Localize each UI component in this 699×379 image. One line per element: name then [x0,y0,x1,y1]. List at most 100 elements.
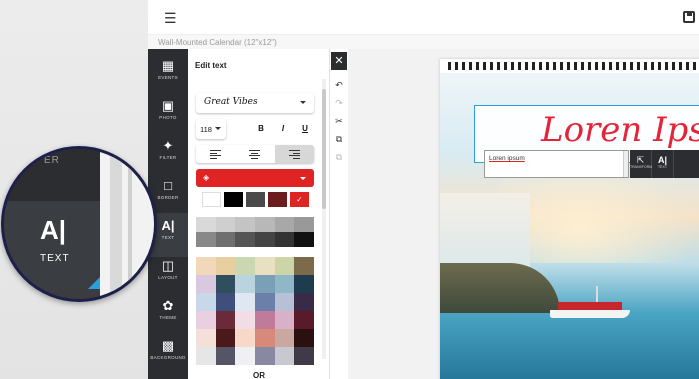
close-panel-button[interactable]: ✕ [331,52,347,70]
palette-swatch[interactable] [196,311,216,329]
palette-swatch[interactable] [274,275,295,293]
font-size-select[interactable]: 118 [196,119,226,139]
undo-icon[interactable]: ↶ [331,76,347,94]
hamburger-menu-icon[interactable]: ☰ [164,11,177,25]
palette-swatch[interactable] [294,275,314,293]
gray-swatch[interactable] [255,217,275,232]
palette-swatch[interactable] [274,329,295,347]
underline-button[interactable]: U [296,119,314,139]
text-color-picker[interactable]: ◈ [196,169,314,187]
tool-theme[interactable]: ✿ THEME [148,293,188,337]
palette-swatch[interactable] [294,293,314,311]
inline-text-editor[interactable]: Loren ipsum [484,150,629,178]
palette-swatch[interactable] [255,311,275,329]
palette-swatch[interactable] [235,347,255,365]
lens-panel-edge [110,149,122,299]
redo-icon[interactable]: ↷ [331,94,347,112]
align-left-button[interactable] [196,145,235,163]
gray-swatch[interactable] [215,217,236,232]
tool-background[interactable]: ▩ BACKGROUND [148,333,188,377]
palette-swatch[interactable] [294,329,314,347]
palette-swatch[interactable] [274,311,295,329]
palette-swatch[interactable] [215,293,236,311]
palette-swatch[interactable] [196,329,216,347]
palette-swatch[interactable] [255,347,275,365]
gray-swatch[interactable] [215,232,236,247]
gray-swatch[interactable] [274,217,295,232]
palette-swatch[interactable] [255,329,275,347]
gray-swatch[interactable] [235,217,255,232]
magic-wand-icon: ✦ [162,138,174,153]
copy-icon[interactable]: ⧉ [331,130,347,148]
palette-swatch[interactable] [196,293,216,311]
gray-swatch[interactable] [235,232,255,247]
align-right-button[interactable] [275,145,314,163]
gray-swatch[interactable] [274,232,295,247]
palette-swatch[interactable] [235,257,255,275]
text-icon: A| [161,218,175,233]
bold-button[interactable]: B [252,119,270,139]
italic-button[interactable]: I [274,119,292,139]
palette-swatch[interactable] [255,293,275,311]
active-corner-indicator [88,277,100,289]
palette-swatch[interactable] [196,347,216,365]
palette-swatch[interactable] [294,257,314,275]
palette-swatch[interactable] [274,257,295,275]
tool-filter[interactable]: ✦ FILTER [148,133,188,177]
gray-swatch[interactable] [196,217,216,232]
align-center-button[interactable] [235,145,274,163]
tool-layout[interactable]: ◫ LAYOUT [148,253,188,297]
gray-swatch[interactable] [255,232,275,247]
color-swatch[interactable] [246,192,265,207]
calendar-page: Loren Ipsu [440,59,699,379]
text-button[interactable]: A| TEXT [652,150,674,178]
palette-swatch[interactable] [274,293,295,311]
edit-text-panel: Edit text Great Vibes 118 B I U ◈ ✓ OR [188,49,330,379]
photo-icon: ▣ [161,98,175,113]
palette-swatch[interactable] [294,347,314,365]
font-family-select[interactable]: Great Vibes [196,93,314,113]
boat-hull [550,310,630,318]
scrollbar-thumb[interactable] [322,89,326,209]
gray-swatch[interactable] [294,232,314,247]
calendar-icon: ▦ [161,58,175,73]
tool-events[interactable]: ▦ EVENTS [148,53,188,97]
palette-swatch[interactable] [215,347,236,365]
inline-text-value: Loren ipsum [489,155,525,162]
layout-icon: ◫ [161,258,175,273]
palette-swatch[interactable] [196,257,216,275]
color-swatch[interactable] [224,192,243,207]
palette-swatch[interactable] [196,275,216,293]
align-left-icon [210,150,221,159]
palette-swatch[interactable] [235,329,255,347]
align-center-icon [249,150,260,159]
palette-swatch[interactable] [215,257,236,275]
save-icon[interactable] [683,11,695,23]
text-icon: A| [657,155,668,165]
palette-swatch[interactable] [274,347,295,365]
transform-icon: ⇱ [636,155,645,165]
palette-swatch[interactable] [215,329,236,347]
palette-swatch[interactable] [235,293,255,311]
palette-swatch[interactable] [235,275,255,293]
cut-icon[interactable]: ✂ [331,112,347,130]
color-swatch[interactable]: ✓ [290,192,309,207]
palette-swatch[interactable] [255,275,275,293]
gray-swatch[interactable] [294,217,314,232]
color-swatch[interactable] [202,192,221,207]
palette-swatch[interactable] [294,311,314,329]
editor-scrollbar[interactable] [623,151,628,177]
palette-swatch[interactable] [255,257,275,275]
palette-swatch[interactable] [215,311,236,329]
palette-swatch[interactable] [215,275,236,293]
lens-tool-label: TEXT [40,253,70,264]
color-swatch[interactable] [268,192,287,207]
palette-swatch[interactable] [235,311,255,329]
gray-swatch[interactable] [196,232,216,247]
chevron-down-icon [215,127,221,130]
paste-icon[interactable]: ⧉ [331,148,347,166]
tool-photo[interactable]: ▣ PHOTO [148,93,188,137]
transform-button[interactable]: ⇱ TRANSFORM [630,150,652,178]
lens-panel-strip [100,149,154,299]
panel-scrollbar[interactable] [322,79,326,359]
